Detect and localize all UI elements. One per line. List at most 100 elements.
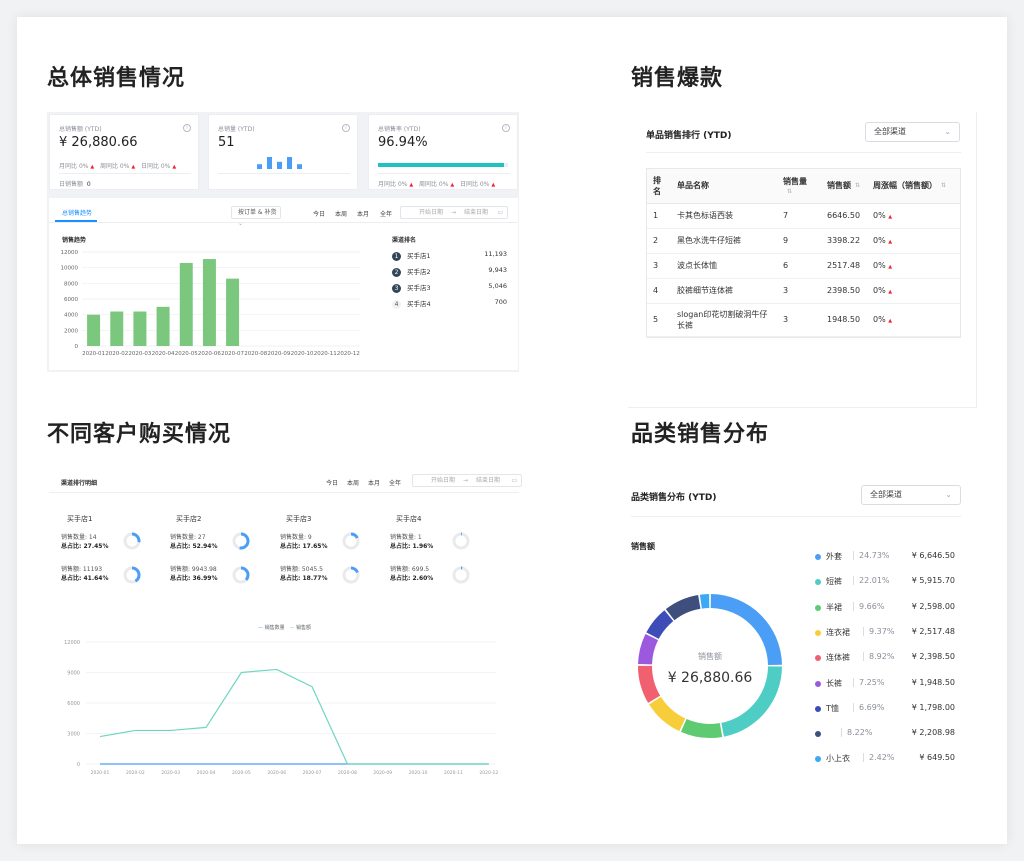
filter-select[interactable]: 按订单 & 补货 ⌄ <box>231 206 281 227</box>
legend-item[interactable]: 连衣裙 9.37% ¥ 2,517.48 <box>815 626 955 639</box>
legend-pct: 9.37% <box>863 626 894 636</box>
table-row[interactable]: 4 胶裤细节连体裤 3 2398.50 0% ▲ <box>647 278 960 304</box>
ranking-row: 1 买手店1 11,193 <box>392 250 507 266</box>
range-week[interactable]: 本周 <box>335 209 347 218</box>
x-tick-label: 2020-05 <box>175 351 198 357</box>
sort-icon[interactable]: ⇅ <box>941 182 946 189</box>
legend-item[interactable]: 长裤 7.25% ¥ 1,948.50 <box>815 677 955 690</box>
ranking-row: 4 买手店4 700 <box>392 298 507 314</box>
date-range-input[interactable]: 开始日期 → 结束日期 ▭ <box>400 206 508 219</box>
store-block: 买手店2 销售数量: 27 总占比: 52.94% 销售额: 9943.98 总占比: … <box>170 514 270 584</box>
table-row[interactable]: 3 波点长体恤 6 2517.48 0% ▲ <box>647 253 960 279</box>
kpi-footer: 日销售额 0 <box>59 181 91 188</box>
sort-icon[interactable]: ⇅ <box>787 188 792 195</box>
hot-channel-select[interactable]: 全部渠道 ⌄ <box>865 122 960 142</box>
customer-title: 渠道排行明细 <box>61 480 98 487</box>
cell-name[interactable]: 卡其色标语西装 <box>671 203 777 229</box>
x-tick-label: 2020-08 <box>244 351 267 357</box>
legend-name: 长裤 <box>826 678 842 688</box>
date-range-input[interactable]: 开始日期 → 结束日期 ▭ <box>412 474 522 487</box>
legend-item[interactable]: 外套 24.73% ¥ 6,646.50 <box>815 551 955 563</box>
legend-dot <box>815 731 821 738</box>
x-tick-label: 2020-02 <box>105 351 128 357</box>
legend-item[interactable]: 小上衣 2.42% ¥ 649.50 <box>815 753 955 765</box>
category-chart-label: 销售额 <box>631 542 655 551</box>
x-tick-label: 2020-10 <box>291 351 314 357</box>
sort-icon[interactable]: ⇅ <box>855 182 860 189</box>
legend-item[interactable]: 连体裤 8.92% ¥ 2,398.50 <box>815 652 955 664</box>
kpi-label: 总销售率 (YTD) <box>378 126 421 133</box>
range-week[interactable]: 本周 <box>347 478 359 487</box>
cell-name[interactable]: 波点长体恤 <box>671 253 777 279</box>
col-amount: 销售额 ⇅ <box>821 169 867 204</box>
range-month[interactable]: 本月 <box>357 209 369 218</box>
legend-amount: 销售额 <box>295 625 311 631</box>
legend-pct: 2.42% <box>863 753 894 763</box>
legend-name: 连衣裙 <box>826 627 850 637</box>
donut-slice <box>649 696 686 732</box>
cell-name[interactable]: 胶裤细节连体裤 <box>671 278 777 304</box>
store-qty: 销售数量: 14 <box>61 534 97 541</box>
range-month[interactable]: 本月 <box>368 478 380 487</box>
donut-center-value: ¥ 26,880.66 <box>667 670 753 686</box>
y-tick-label: 12000 <box>64 640 80 646</box>
ranking-value: 9,943 <box>488 266 507 274</box>
category-channel-select[interactable]: 全部渠道 ⌄ <box>861 485 961 505</box>
share-ring <box>123 532 141 550</box>
legend-pct: 8.92% <box>863 652 894 662</box>
cell-amount: 2398.50 <box>821 278 867 304</box>
x-tick-label: 2020-01 <box>91 770 110 776</box>
x-tick-label: 2020-08 <box>338 770 357 776</box>
legend-item[interactable]: 半裙 9.66% ¥ 2,598.00 <box>815 601 955 614</box>
kpi-card-qty: 总销量 (YTD) i 51 <box>208 114 358 190</box>
range-today[interactable]: 今日 <box>326 478 338 487</box>
donut-slice <box>646 610 674 639</box>
section-title-customer: 不同客户购买情况 <box>47 422 232 447</box>
share-ring <box>232 532 250 550</box>
info-icon[interactable]: i <box>502 124 510 132</box>
share-ring <box>452 566 470 584</box>
range-year[interactable]: 全年 <box>389 478 401 487</box>
x-tick-label: 2020-09 <box>373 770 392 776</box>
store-qty-share: 总占比: 27.45% <box>61 543 109 550</box>
kpi-value: 51 <box>218 135 235 150</box>
legend-value: ¥ 1,948.50 <box>911 677 955 687</box>
table-row[interactable]: 1 卡其色标语西装 7 6646.50 0% ▲ <box>647 203 960 229</box>
info-icon[interactable]: i <box>342 124 350 132</box>
legend-dot <box>815 579 821 586</box>
y-tick-label: 2000 <box>64 328 78 334</box>
y-tick-label: 9000 <box>67 671 80 677</box>
y-tick-label: 12000 <box>61 250 79 256</box>
legend-item[interactable]: 8.22% ¥ 2,208.98 <box>815 728 955 740</box>
bar <box>202 259 216 346</box>
x-tick-label: 2020-07 <box>221 351 244 357</box>
tab-total-trend[interactable]: 总销售趋势 <box>62 208 92 217</box>
store-block: 买手店3 销售数量: 9 总占比: 17.65% 销售额: 5045.5 总占比: 18… <box>280 514 380 584</box>
x-tick-label: 2020-06 <box>267 770 286 776</box>
legend-dot <box>815 680 821 687</box>
cell-change: 0% ▲ <box>867 303 960 337</box>
legend-item[interactable]: T恤 6.69% ¥ 1,798.00 <box>815 702 955 715</box>
cell-amount: 2517.48 <box>821 253 867 279</box>
ranking-name: 买手店1 <box>407 252 431 260</box>
mini-bar <box>287 157 292 169</box>
rank-badge: 1 <box>392 252 401 261</box>
x-tick-label: 2020-04 <box>152 351 175 357</box>
section-title-category: 品类销售分布 <box>631 422 770 447</box>
store-name: 买手店1 <box>67 515 93 523</box>
col-qty: 销售量⇅ <box>777 169 821 204</box>
ranking-row: 3 买手店3 5,046 <box>392 282 507 298</box>
kpi-progress-fill <box>378 163 505 167</box>
ranking-row: 2 买手店2 9,943 <box>392 266 507 282</box>
range-year[interactable]: 全年 <box>380 209 392 218</box>
legend-name: 短裤 <box>826 577 842 587</box>
table-row[interactable]: 5 slogan印花切割破洞牛仔长裤 3 1948.50 0% ▲ <box>647 303 960 337</box>
y-tick-label: 3000 <box>67 732 80 738</box>
cell-change: 0% ▲ <box>867 253 960 279</box>
legend-item[interactable]: 短裤 22.01% ¥ 5,915.70 <box>815 576 955 588</box>
info-icon[interactable]: i <box>183 124 191 132</box>
cell-name[interactable]: slogan印花切割破洞牛仔长裤 <box>671 303 777 337</box>
range-today[interactable]: 今日 <box>313 209 325 218</box>
cell-name[interactable]: 黑色水洗牛仔短裤 <box>671 228 777 254</box>
table-row[interactable]: 2 黑色水洗牛仔短裤 9 3398.22 0% ▲ <box>647 228 960 254</box>
